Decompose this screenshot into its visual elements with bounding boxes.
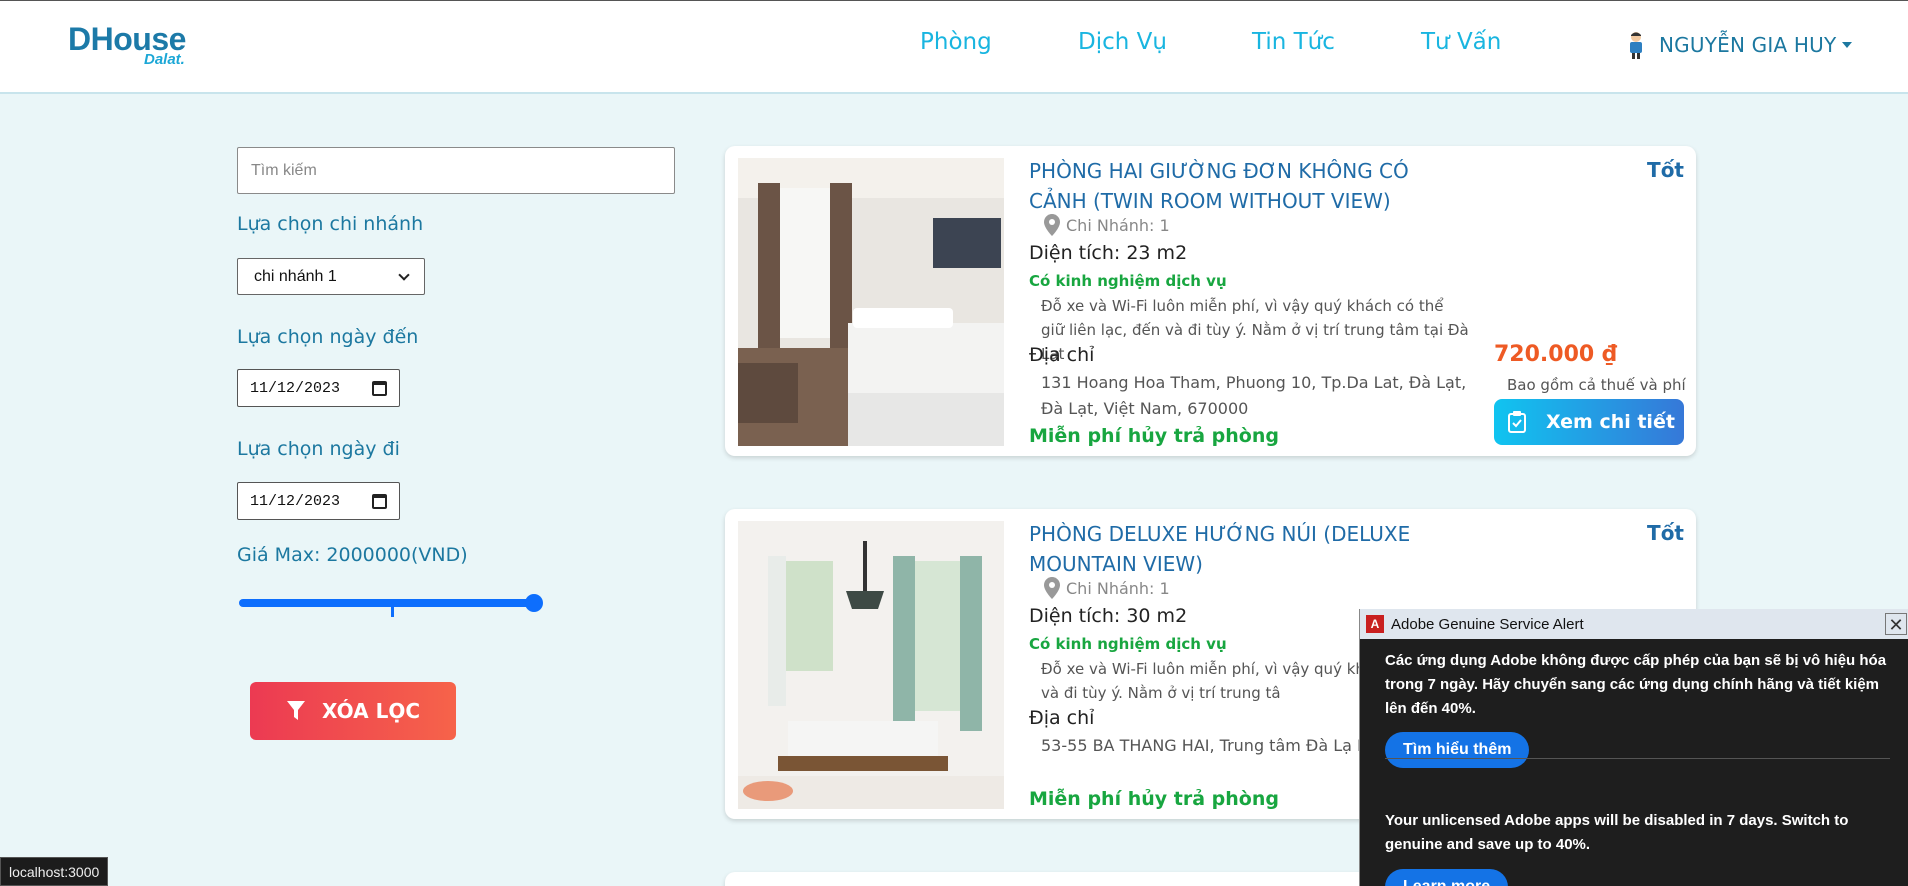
depart-date-value: 11/12/2023 — [250, 492, 341, 510]
branch-select-value: chi nhánh 1 — [254, 267, 337, 285]
nav-news[interactable]: Tin Tức — [1252, 29, 1335, 55]
nav-services[interactable]: Dịch Vụ — [1078, 29, 1167, 55]
clear-filter-label: XÓA LỌC — [321, 699, 421, 723]
view-detail-label: Xem chi tiết — [1546, 411, 1675, 433]
nav-rooms[interactable]: Phòng — [920, 29, 992, 55]
arrive-date-input[interactable]: 11/12/2023 — [237, 369, 400, 407]
branch-label: Lựa chọn chi nhánh — [237, 213, 424, 235]
room-free-cancel: Miễn phí hủy trả phòng — [1029, 788, 1279, 810]
adobe-alert-title: Adobe Genuine Service Alert — [1391, 615, 1584, 633]
adobe-divider — [1385, 758, 1890, 759]
adobe-message-vi: Các ứng dụng Adobe không được cấp phép c… — [1385, 652, 1887, 717]
room-photo[interactable] — [738, 158, 1004, 446]
nav-consulting[interactable]: Tư Vấn — [1421, 29, 1501, 55]
adobe-alert-titlebar: A Adobe Genuine Service Alert ✕ — [1360, 609, 1908, 639]
room-experience: Có kinh nghiệm dịch vụ — [1029, 272, 1227, 290]
status-bar-url: localhost:3000 — [0, 857, 109, 886]
user-avatar-icon — [1630, 32, 1642, 59]
room-branch-text: Chi Nhánh: 1 — [1066, 578, 1170, 598]
room-experience: Có kinh nghiệm dịch vụ — [1029, 635, 1227, 653]
brand-logo[interactable]: DHouse Dalat. — [68, 23, 186, 67]
learn-more-en-button[interactable]: Learn more — [1385, 869, 1509, 886]
clipboard-icon — [1508, 411, 1526, 433]
room-title[interactable]: PHÒNG DELUXE HƯỚNG NÚI (DELUXE MOUNTAIN … — [1029, 519, 1469, 579]
user-menu[interactable]: NGUYỄN GIA HUY — [1625, 31, 1853, 59]
arrive-date-value: 11/12/2023 — [250, 379, 341, 397]
calendar-icon[interactable] — [372, 380, 387, 396]
price-max-label: Giá Max: 2000000(VND) — [237, 544, 468, 566]
room-rating: Tốt — [1647, 158, 1684, 182]
room-photo[interactable] — [738, 521, 1004, 809]
adobe-logo-icon: A — [1366, 615, 1384, 633]
room-area: Diện tích: 23 m2 — [1029, 242, 1188, 264]
logo-sub-text: Dalat. — [144, 51, 185, 68]
slider-tick — [391, 603, 394, 617]
room-free-cancel: Miễn phí hủy trả phòng — [1029, 425, 1279, 447]
depart-date-label: Lựa chọn ngày đi — [237, 438, 400, 460]
learn-more-vi-button[interactable]: Tìm hiểu thêm — [1385, 732, 1530, 768]
room-branch: Chi Nhánh: 1 — [1044, 577, 1170, 599]
filter-icon — [286, 701, 305, 720]
slider-thumb[interactable] — [525, 594, 543, 612]
view-detail-button[interactable]: Xem chi tiết — [1494, 399, 1684, 445]
room-address-label: Địa chỉ — [1029, 707, 1095, 729]
search-input[interactable] — [237, 147, 675, 194]
caret-down-icon — [1842, 42, 1853, 48]
room-area: Diện tích: 30 m2 — [1029, 605, 1188, 627]
room-rating: Tốt — [1647, 521, 1684, 545]
room-address-label: Địa chỉ — [1029, 344, 1095, 366]
room-price-note: Bao gồm cả thuế và phí — [1507, 376, 1686, 394]
arrive-date-label: Lựa chọn ngày đến — [237, 326, 419, 348]
location-pin-icon — [1044, 577, 1060, 599]
location-pin-icon — [1044, 214, 1060, 236]
room-branch-text: Chi Nhánh: 1 — [1066, 215, 1170, 235]
user-name: NGUYỄN GIA HUY — [1659, 33, 1837, 57]
room-price: 720.000 ₫ — [1494, 342, 1618, 367]
room-address: 131 Hoang Hoa Tham, Phuong 10, Tp.Da Lat… — [1041, 373, 1467, 418]
clear-filter-button[interactable]: XÓA LỌC — [250, 682, 456, 740]
room-card: PHÒNG HAI GIƯỜNG ĐƠN KHÔNG CÓ CẢNH (TWIN… — [725, 146, 1696, 456]
calendar-icon[interactable] — [372, 493, 387, 509]
adobe-alert-popup: A Adobe Genuine Service Alert ✕ Các ứng … — [1359, 609, 1908, 886]
price-slider[interactable] — [237, 591, 543, 621]
top-navbar: DHouse Dalat. Phòng Dịch Vụ Tin Tức Tư V… — [0, 0, 1908, 94]
room-branch: Chi Nhánh: 1 — [1044, 214, 1170, 236]
chevron-down-icon — [398, 268, 410, 281]
depart-date-input[interactable]: 11/12/2023 — [237, 482, 400, 520]
slider-track — [239, 599, 541, 607]
room-title[interactable]: PHÒNG HAI GIƯỜNG ĐƠN KHÔNG CÓ CẢNH (TWIN… — [1029, 156, 1469, 216]
branch-select[interactable]: chi nhánh 1 — [237, 258, 425, 295]
adobe-message-en: Your unlicensed Adobe apps will be disab… — [1385, 812, 1849, 853]
close-icon[interactable]: ✕ — [1885, 613, 1907, 635]
room-description: Đỗ xe và Wi-Fi luôn miễn phí, vì vậy quý… — [1041, 297, 1469, 363]
